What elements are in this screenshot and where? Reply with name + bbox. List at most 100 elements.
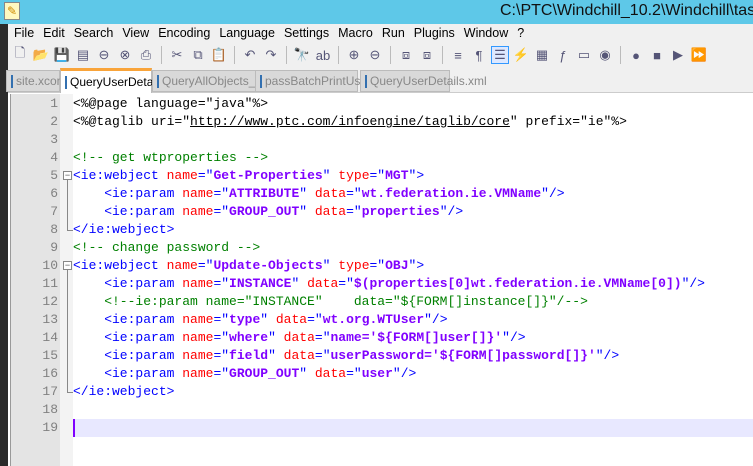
play-macro-button[interactable]: ▶ <box>669 46 687 64</box>
close-button[interactable]: ⊖ <box>95 46 113 64</box>
code-token: name <box>174 276 214 291</box>
save-all-icon: ▤ <box>76 47 90 62</box>
code-token: <ie:param <box>73 312 175 327</box>
menu-language[interactable]: Language <box>217 24 282 43</box>
notepadpp-app-icon[interactable]: ✎ <box>4 2 20 20</box>
fold-collapse-icon[interactable]: − <box>63 171 72 180</box>
code-token: <%@taglib uri=" <box>73 114 191 129</box>
code-line[interactable]: <!-- get wtproperties --> <box>73 149 753 167</box>
code-token: data <box>307 366 347 381</box>
save-button[interactable]: 💾 <box>53 46 71 64</box>
cut-icon: ✂ <box>171 47 183 62</box>
code-line[interactable]: <ie:param name="INSTANCE" data="$(proper… <box>73 275 753 293</box>
tab-queryuserdetails-xml[interactable]: QueryUserDetails.xml <box>360 70 487 92</box>
menu-run[interactable]: Run <box>380 24 412 43</box>
code-token: name <box>174 204 214 219</box>
code-line[interactable] <box>73 131 753 149</box>
undo-button[interactable]: ↶ <box>241 46 259 64</box>
menu-help[interactable]: ? <box>515 24 531 43</box>
code-token: INSTANCE <box>229 276 292 291</box>
line-number: 3 <box>50 132 58 147</box>
sync-vertical-button[interactable]: ⧈ <box>397 46 415 64</box>
monitoring-button[interactable]: ◉ <box>596 46 614 64</box>
close-all-button[interactable]: ⊗ <box>116 46 134 64</box>
code-token: name <box>174 186 214 201</box>
menu-macro[interactable]: Macro <box>336 24 380 43</box>
menu-search[interactable]: Search <box>72 24 121 43</box>
code-token: wt.federation.ie.VMName <box>361 186 542 201</box>
stop-macro-button[interactable]: ■ <box>648 46 666 64</box>
code-token: <ie:param <box>73 348 175 363</box>
indent-guide-button[interactable]: ☰ <box>491 46 509 64</box>
tab-bar: site.xconf QueryUserDetails.xml QueryAllOb… <box>6 67 753 93</box>
tab-queryallobjects-doc-xml[interactable]: QueryAllObjects_Doc.xml <box>152 70 299 92</box>
zoom-in-button[interactable]: ⊕ <box>345 46 363 64</box>
word-wrap-button[interactable]: ≡ <box>449 46 467 64</box>
code-token: data <box>299 276 339 291</box>
replace-button[interactable]: ab <box>314 46 332 64</box>
code-line[interactable]: <ie:webject name="Update-Objects" type="… <box>73 257 753 275</box>
menu-plugins[interactable]: Plugins <box>412 24 462 43</box>
paste-button[interactable]: 📋 <box>210 46 228 64</box>
menu-edit[interactable]: Edit <box>41 24 72 43</box>
code-line[interactable] <box>73 401 753 419</box>
folder-workspace-button[interactable]: ▭ <box>575 46 593 64</box>
line-number: 9 <box>50 240 58 255</box>
new-file-button[interactable]: 🗋 <box>11 45 29 64</box>
fold-collapse-icon[interactable]: − <box>63 261 72 270</box>
record-macro-button[interactable]: ● <box>627 46 645 64</box>
function-list-icon: ƒ <box>559 47 567 63</box>
run-macro-multiple-button[interactable]: ⏩ <box>690 46 708 64</box>
code-line[interactable]: <%@page language="java"%> <box>73 95 753 113</box>
code-line[interactable]: <%@taglib uri="http://www.ptc.com/infoen… <box>73 113 753 131</box>
current-line[interactable] <box>73 419 753 437</box>
code-line[interactable]: <!--ie:param name="INSTANCE" data="${FOR… <box>73 293 753 311</box>
code-line[interactable]: <ie:param name="field" data="userPasswor… <box>73 347 753 365</box>
save-all-button[interactable]: ▤ <box>74 46 92 64</box>
show-all-chars-button[interactable]: ¶ <box>470 46 488 64</box>
code-token: =" <box>213 330 230 345</box>
code-token: data <box>275 330 315 345</box>
tab-site-xconf[interactable]: site.xconf <box>6 70 67 92</box>
code-token: " prefix="ie"%> <box>509 114 627 129</box>
line-number: 15 <box>42 348 58 363</box>
code-line[interactable]: </ie:webject> <box>73 383 753 401</box>
sync-horizontal-button[interactable]: ⧈ <box>418 46 436 64</box>
code-token: name <box>174 312 214 327</box>
open-file-button[interactable]: 📂 <box>32 46 50 64</box>
code-line[interactable]: <!-- change password --> <box>73 239 753 257</box>
tab-queryuserdetails-xml[interactable]: QueryUserDetails.xml <box>60 68 187 93</box>
url-link[interactable]: http://www.ptc.com/infoengine/taglib/cor… <box>190 114 510 129</box>
menu-view[interactable]: View <box>120 24 156 43</box>
code-line[interactable]: <ie:param name="GROUP_OUT" data="propert… <box>73 203 753 221</box>
line-number: 10 <box>42 258 58 273</box>
code-line[interactable]: <ie:webject name="Get-Properties" type="… <box>73 167 753 185</box>
save-state-icon <box>365 74 367 88</box>
code-token: " <box>299 204 308 219</box>
menu-window[interactable]: Window <box>462 24 515 43</box>
code-editor[interactable]: 1 <%@page language="java"%> 2 <%@taglib uri… <box>8 94 753 466</box>
code-line[interactable]: <ie:param name="GROUP_OUT" data="user"/> <box>73 365 753 383</box>
tab-label: QueryUserDetails.xml <box>370 74 487 88</box>
code-token: "/> <box>439 204 464 219</box>
menu-file[interactable]: File <box>12 24 41 43</box>
menu-encoding[interactable]: Encoding <box>156 24 217 43</box>
redo-button[interactable]: ↷ <box>262 46 280 64</box>
code-token: =" <box>197 168 214 183</box>
cut-button[interactable]: ✂ <box>168 46 186 64</box>
tab-passbatchprintusage-xml[interactable]: passBatchPrintUsage.xml <box>255 70 402 92</box>
code-token: =" <box>213 366 230 381</box>
code-line[interactable]: </ie:webject> <box>73 221 753 239</box>
line-number: 2 <box>50 114 58 129</box>
print-button[interactable]: ⎙ <box>137 46 155 64</box>
code-line[interactable]: <ie:param name="type" data="wt.org.WTUse… <box>73 311 753 329</box>
code-line[interactable]: <ie:param name="ATTRIBUTE" data="wt.fede… <box>73 185 753 203</box>
user-language-button[interactable]: ⚡ <box>512 46 530 64</box>
find-button[interactable]: 🔭 <box>293 46 311 64</box>
zoom-out-button[interactable]: ⊖ <box>366 46 384 64</box>
document-map-button[interactable]: ▦ <box>533 46 551 64</box>
code-line[interactable]: <ie:param name="where" data="name='${FOR… <box>73 329 753 347</box>
copy-button[interactable]: ⧉ <box>189 46 207 64</box>
function-list-button[interactable]: ƒ <box>554 46 572 64</box>
menu-settings[interactable]: Settings <box>282 24 336 43</box>
